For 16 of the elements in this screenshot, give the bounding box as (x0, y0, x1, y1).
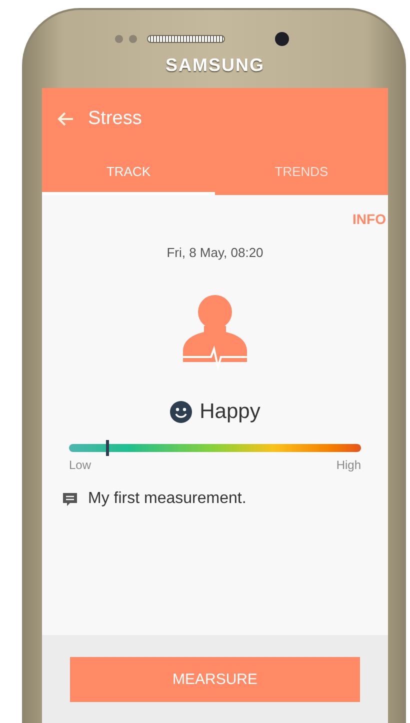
low-label: Low (69, 458, 92, 472)
back-arrow-icon[interactable] (56, 111, 74, 127)
measurement-date: Fri, 8 May, 08:20 (166, 245, 264, 260)
info-link[interactable]: INFO (352, 211, 386, 227)
brand-logo: SAMSUNG (165, 55, 264, 76)
high-label: High (336, 458, 361, 472)
tab[interactable]: TRACK (42, 150, 215, 195)
camera-icon (275, 32, 289, 46)
speaker-grille-icon (147, 35, 225, 43)
measure-button[interactable]: MEARSURE (70, 657, 360, 702)
measurement-note: My first measurement. (88, 490, 246, 508)
mood-label: Happy (200, 400, 260, 424)
comment-icon (62, 492, 78, 506)
tab[interactable]: TRENDS (215, 150, 388, 195)
smiley-face-icon (170, 401, 192, 423)
screen-title: Stress (88, 108, 142, 130)
